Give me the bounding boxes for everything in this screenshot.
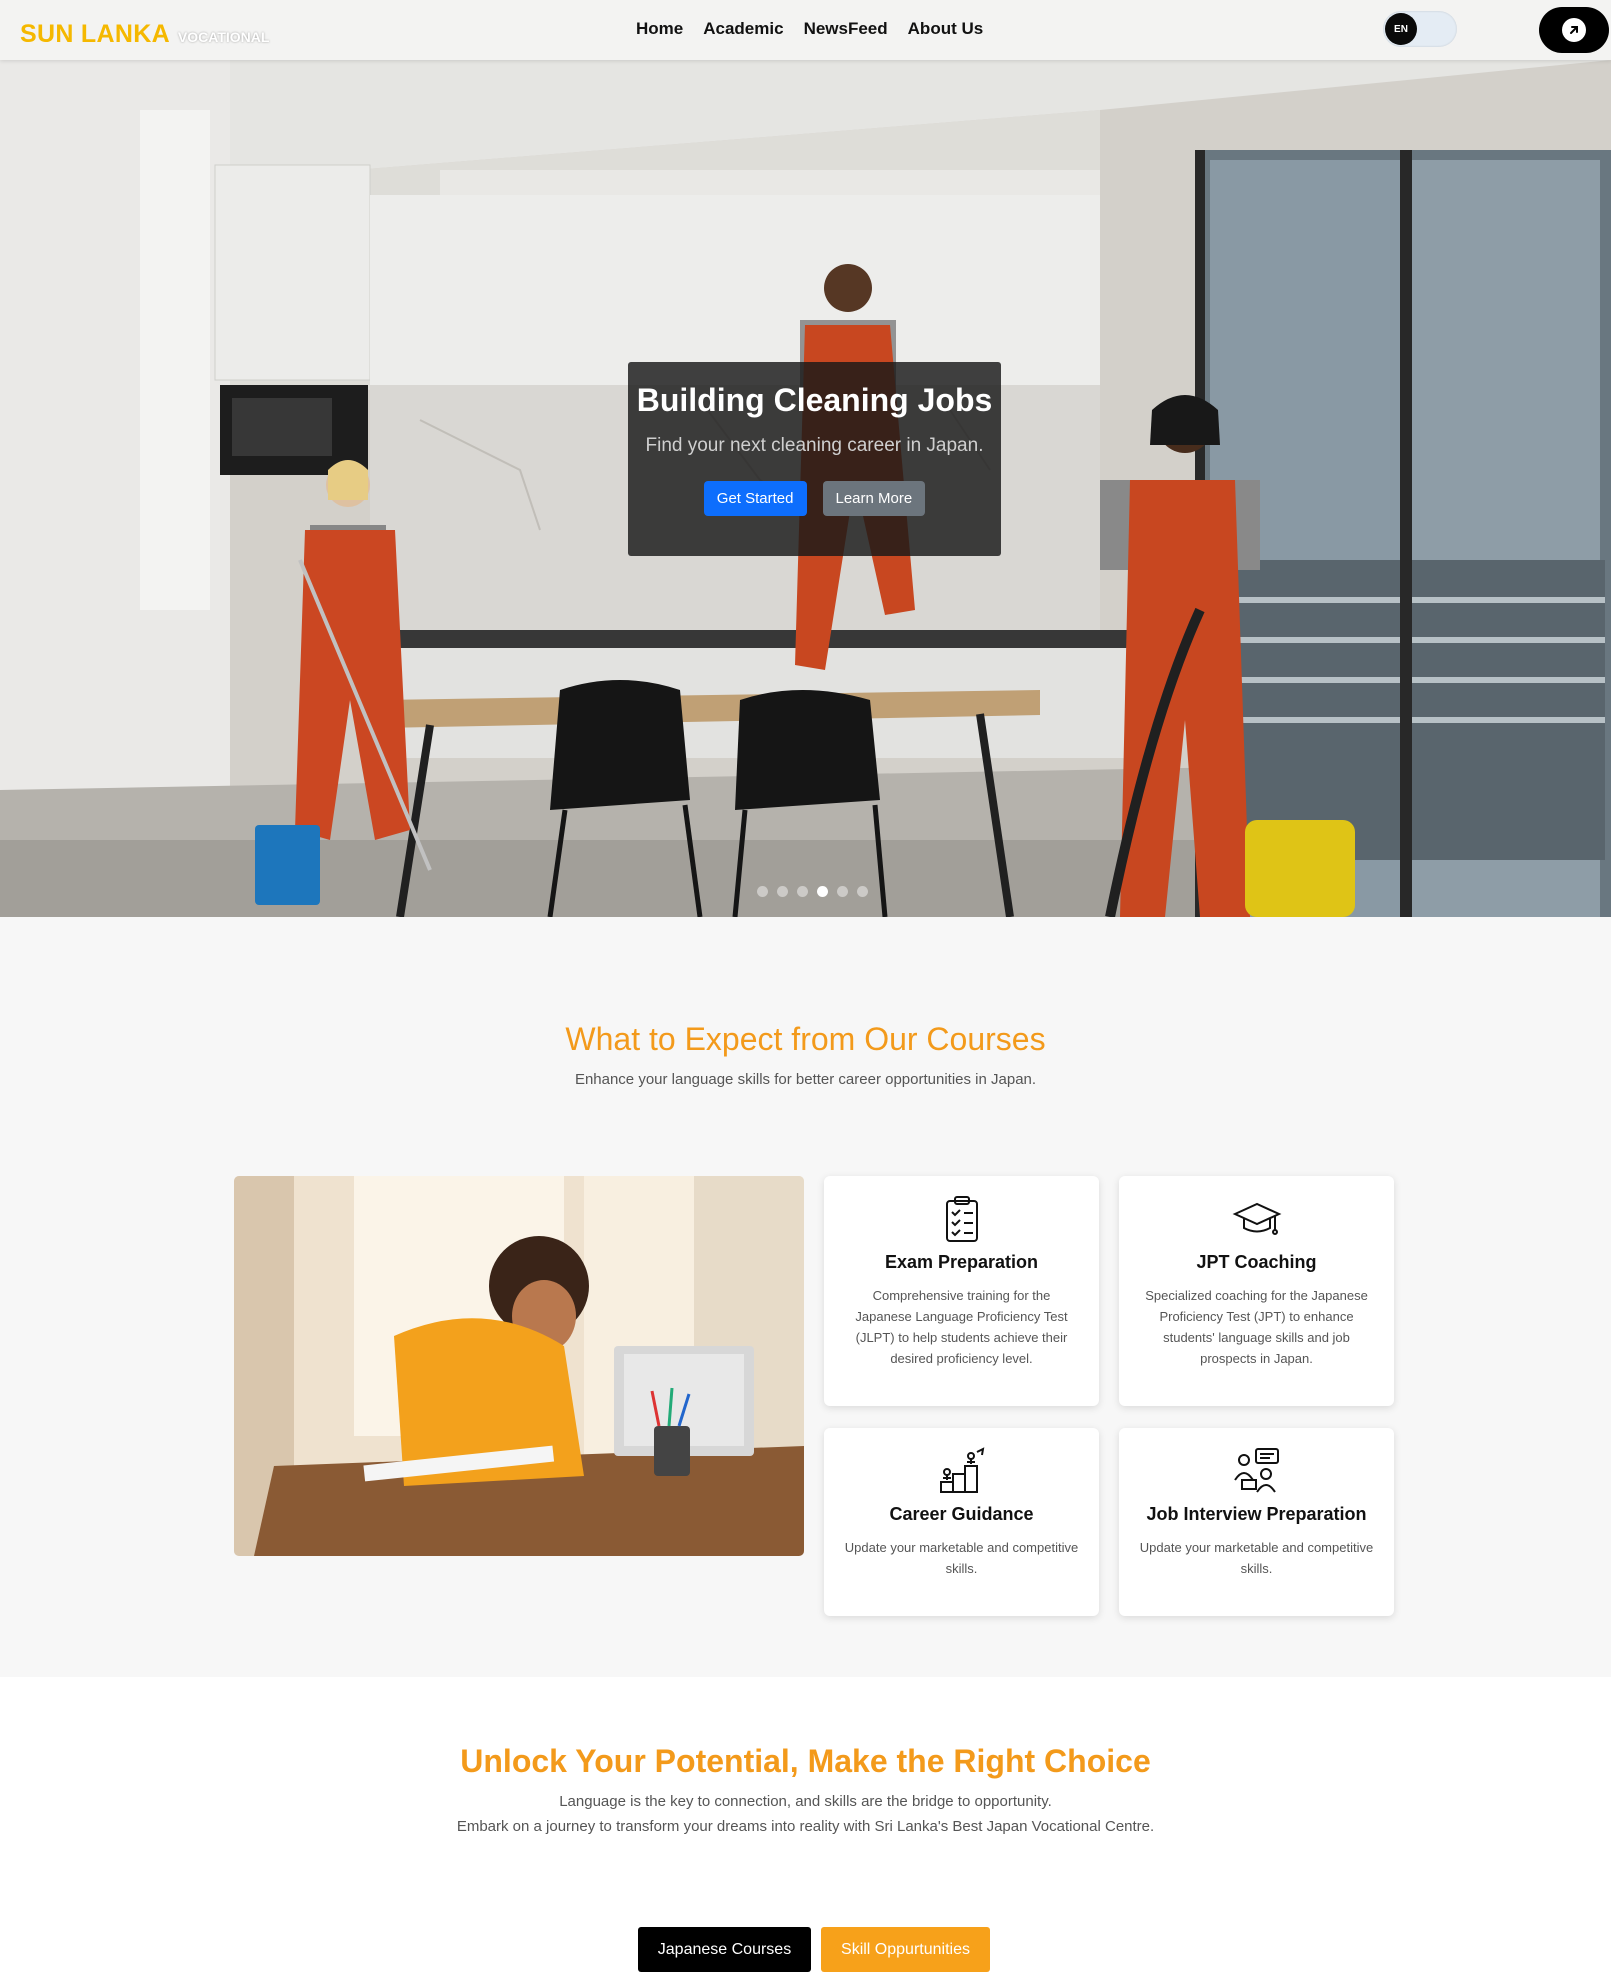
carousel-dot[interactable] [777,886,788,897]
nav-about-us[interactable]: About Us [908,19,984,39]
card-text: Update your marketable and competitive s… [844,1540,1079,1576]
hero-title: Building Cleaning Jobs [636,382,993,418]
interview-icon [1232,1446,1282,1496]
student-studying-image [234,1176,804,1556]
hero-carousel: Building Cleaning Jobs Find your next cl… [0,0,1611,917]
language-toggle-knob: EN [1385,13,1417,45]
carousel-dot[interactable] [857,886,868,897]
course-card-career-guidance[interactable]: Career Guidance Update your marketable a… [824,1428,1099,1616]
brand-tagline: VOCATIONAL [177,29,270,45]
potential-line-1: Language is the key to connection, and s… [559,1793,1052,1810]
card-title: Exam Preparation [884,1252,1039,1272]
carousel-dot[interactable] [837,886,848,897]
course-card-job-interview-preparation[interactable]: Job Interview Preparation Update your ma… [1119,1428,1394,1616]
card-title: JPT Coaching [1196,1252,1317,1272]
potential-section: Unlock Your Potential, Make the Right Ch… [0,1677,1611,1986]
career-ladder-icon [937,1446,987,1496]
graduation-cap-icon [1232,1194,1282,1244]
course-card-exam-preparation[interactable]: Exam Preparation Comprehensive training … [824,1176,1099,1406]
brand-logo[interactable]: SUN LANKA VOCATIONAL [20,20,269,49]
clipboard-checklist-icon [937,1194,987,1244]
skill-opportunities-button[interactable]: Skill Oppurtunities [821,1927,990,1972]
hero-subtitle: Find your next cleaning career in Japan. [645,435,984,456]
hero-caption: Building Cleaning Jobs Find your next cl… [628,362,1001,556]
potential-title: Unlock Your Potential, Make the Right Ch… [460,1743,1151,1779]
carousel-dot[interactable] [757,886,768,897]
courses-subtitle: Enhance your language skills for better … [574,1071,1037,1088]
top-navbar: SUN LANKA VOCATIONAL Home Academic NewsF… [0,0,1611,60]
brand-name: SUN LANKA [20,20,170,48]
carousel-dot-active[interactable] [817,886,828,897]
course-card-jpt-coaching[interactable]: JPT Coaching Specialized coaching for th… [1119,1176,1394,1406]
learn-more-button[interactable]: Learn More [822,481,926,516]
card-text: Update your marketable and competitive s… [1139,1540,1374,1576]
card-text: Specialized coaching for the Japanese Pr… [1145,1288,1368,1366]
carousel-indicators [757,886,868,897]
main-nav: Home Academic NewsFeed About Us [636,19,983,39]
carousel-dot[interactable] [797,886,808,897]
potential-line-2: Embark on a journey to transform your dr… [456,1818,1155,1835]
nav-newsfeed[interactable]: NewsFeed [804,19,888,39]
japanese-courses-button[interactable]: Japanese Courses [638,1927,811,1972]
card-title: Job Interview Preparation [1146,1504,1367,1524]
language-toggle[interactable]: EN [1383,11,1457,47]
nav-academic[interactable]: Academic [703,19,783,39]
courses-title: What to Expect from Our Courses [565,1021,1046,1057]
header-action-button[interactable] [1539,7,1609,53]
get-started-button[interactable]: Get Started [703,481,807,516]
courses-section: What to Expect from Our Courses Enhance … [0,917,1611,1677]
arrow-up-right-icon [1562,18,1586,42]
nav-home[interactable]: Home [636,19,683,39]
card-text: Comprehensive training for the Japanese … [855,1288,1068,1366]
card-title: Career Guidance [889,1504,1034,1524]
